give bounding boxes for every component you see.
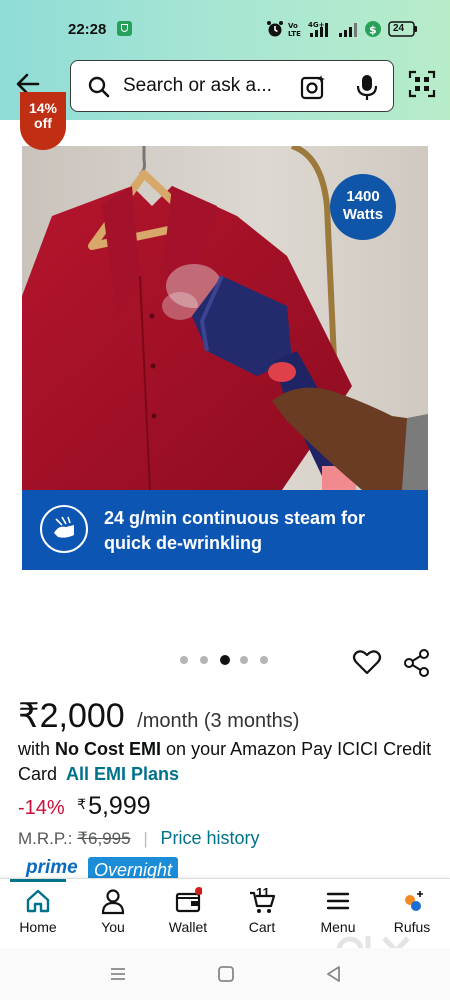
nav-home[interactable]: Home [0,879,76,949]
share-icon[interactable] [402,648,432,678]
sale-price: ₹5,999 [77,792,150,820]
discount-price-row: -14% ₹5,999 [18,792,151,821]
mrp-row: M.R.P.: ₹6,995 | Price history [18,828,260,849]
watts-unit: Watts [342,206,384,223]
back-triangle-icon[interactable] [324,964,344,984]
home-button-icon[interactable] [216,964,236,984]
nav-cart-label: Cart [248,919,276,935]
recents-icon[interactable] [108,964,128,984]
carousel-dot[interactable] [180,656,188,664]
dollar-app-icon: $ [365,21,381,37]
active-indicator [10,879,66,882]
no-cost-emi: No Cost EMI [55,739,162,759]
status-bar: 22:28 Vo LTE 4G+ $ 24 [0,0,450,50]
wallet-icon [175,887,202,913]
discount-percent: -14% [18,797,65,819]
system-nav-bar [0,948,450,1000]
svg-text:LTE: LTE [288,30,301,38]
alarm-icon [267,21,283,37]
volte-icon: Vo LTE [288,22,301,38]
nav-wallet[interactable]: Wallet [150,879,226,949]
nav-you-label: You [101,919,125,935]
menu-icon [326,892,350,910]
search-input[interactable]: Search or ask a... [123,75,272,97]
steam-hand-icon [40,505,88,553]
shield-icon [117,21,132,36]
user-icon [101,889,125,915]
svg-text:Vo: Vo [288,22,298,30]
price-history-link[interactable]: Price history [160,828,259,848]
home-icon [26,889,50,913]
emi-price-row: ₹2,000 /month (3 months) [18,696,299,736]
carousel-dot[interactable] [260,656,268,664]
carousel-dot[interactable] [240,656,248,664]
search-icon [88,76,110,98]
watts-badge: 1400 Watts [330,174,396,240]
search-box[interactable]: Search or ask a... [70,60,394,112]
status-time: 22:28 [68,21,107,38]
overnight-badge: Overnight [88,857,179,879]
microphone-icon[interactable] [355,73,379,101]
cart-count-badge: 11 [256,885,270,900]
nav-home-label: Home [19,919,57,935]
mrp-label: M.R.P.: [18,829,73,848]
signal-icon [339,23,357,37]
all-emi-plans-link[interactable]: All EMI Plans [66,764,179,784]
emi-period: /month (3 months) [137,710,300,732]
nav-cart[interactable]: 11 Cart [224,879,300,949]
heart-icon[interactable] [352,648,382,676]
svg-text:$: $ [369,24,377,37]
carousel-dot-active[interactable] [220,655,230,665]
emi-description: with No Cost EMI on your Amazon Pay ICIC… [18,737,438,787]
watts-value: 1400 [346,188,380,205]
steam-banner-text: 24 g/min continuous steam for quick de-w… [104,508,366,553]
divider: | [143,829,148,848]
prime-strip: prime Overnight [18,857,208,879]
prime-logo: prime [26,857,78,878]
emi-amount: ₹2,000 [18,697,125,735]
nav-wallet-label: Wallet [168,919,208,935]
price-value: 5,999 [88,792,151,820]
discount-badge-pct: 14% [28,100,58,116]
mrp-value: ₹6,995 [77,829,131,848]
steam-banner: 24 g/min continuous steam for quick de-w… [22,490,428,570]
emi-prefix: with [18,739,51,759]
rufus-icon [405,891,423,911]
discount-badge: 14% off [20,92,66,150]
qr-scan-icon[interactable] [408,70,436,98]
carousel-dot[interactable] [200,656,208,664]
discount-badge-word: off [34,115,52,131]
app-header: 22:28 Vo LTE 4G+ $ 24 Search or ask a... [0,0,450,120]
battery-level: 24 [393,23,405,34]
signal-4g-icon: 4G+ [308,21,328,37]
camera-lens-icon[interactable] [299,73,327,101]
currency-symbol: ₹ [77,796,87,812]
nav-you[interactable]: You [75,879,151,949]
